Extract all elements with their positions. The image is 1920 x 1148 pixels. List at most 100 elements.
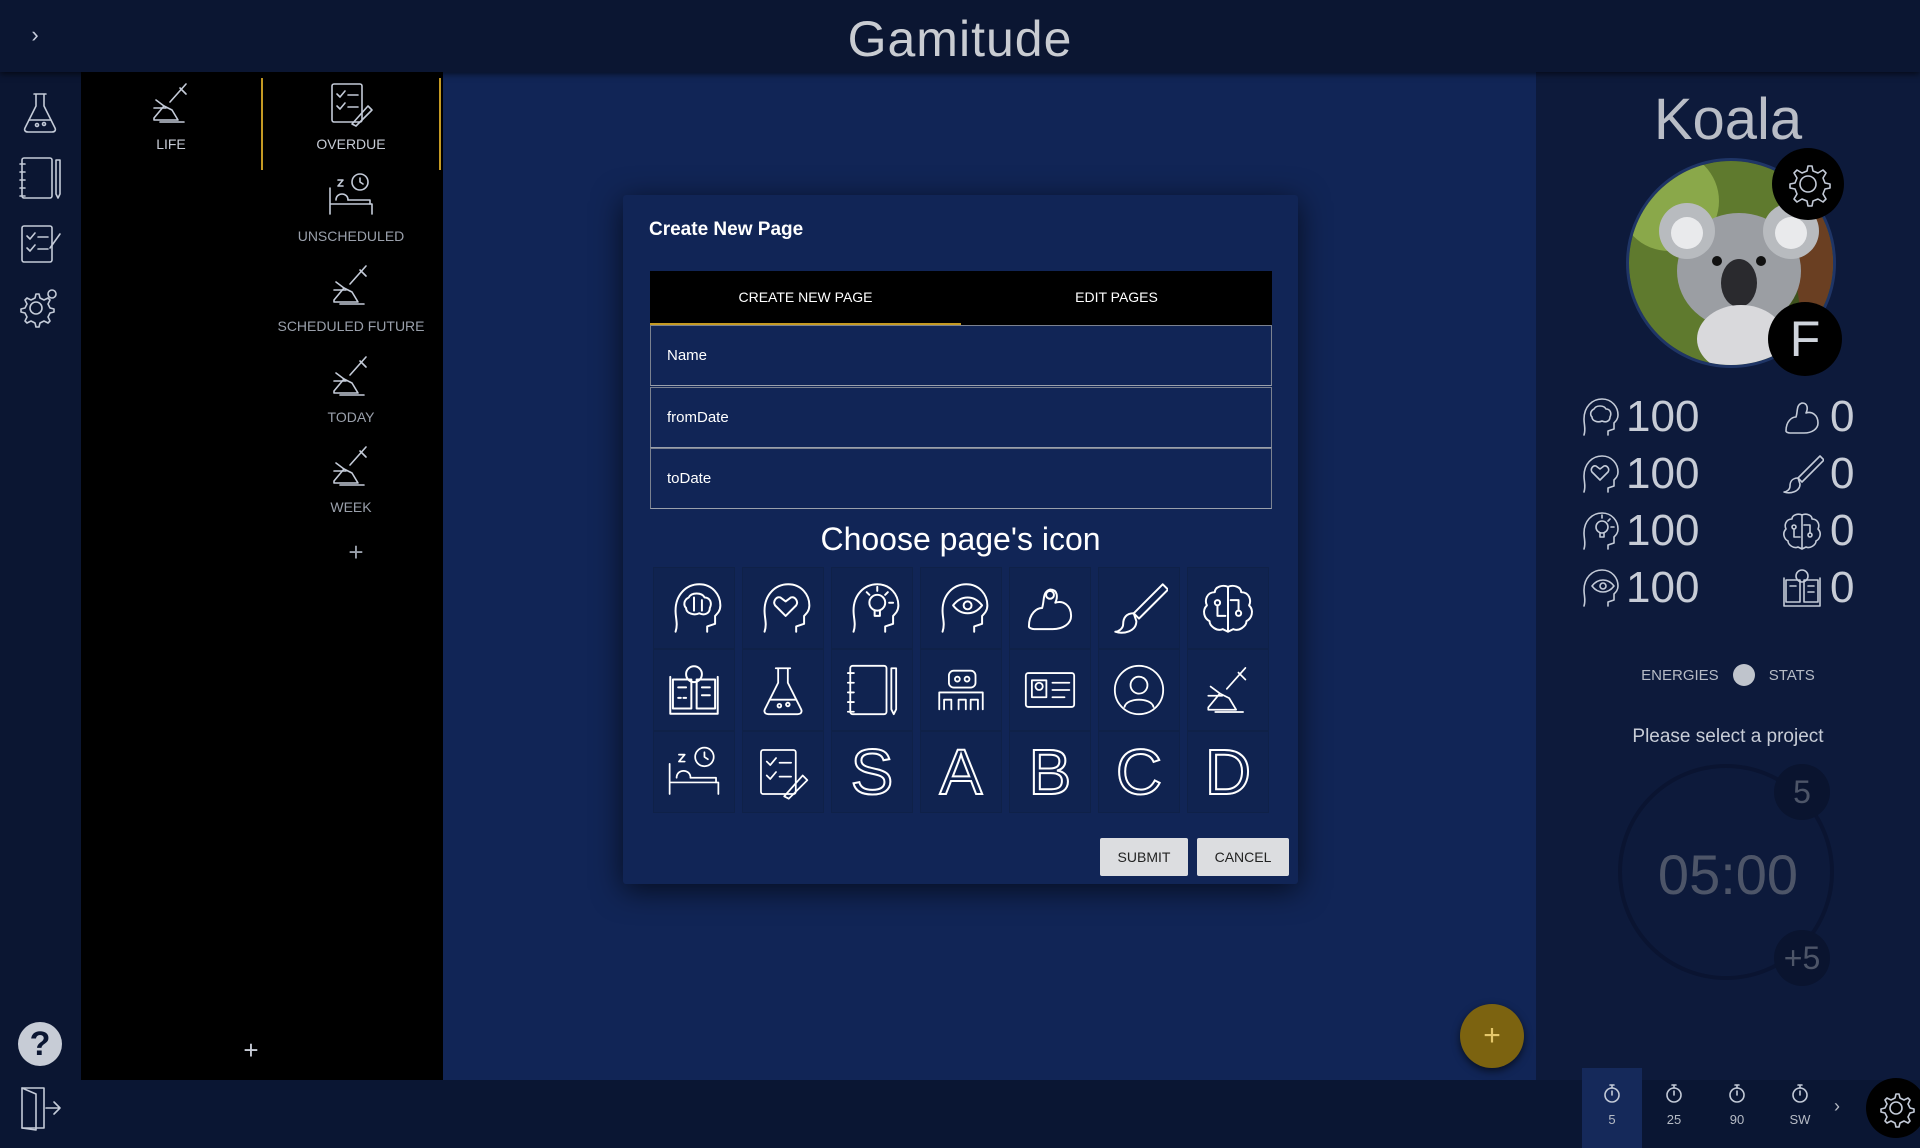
add-page-button[interactable]: + <box>341 537 371 567</box>
icon-option[interactable] <box>653 567 735 649</box>
name-field[interactable]: Name <box>650 325 1272 386</box>
flask-icon <box>763 667 803 716</box>
pages-panel: LIFE OVERDUE UNSCHEDULED SCHEDULED FUTUR… <box>81 72 443 1080</box>
letter-d-icon: D <box>1204 735 1252 809</box>
icon-option[interactable] <box>653 731 735 813</box>
rail-flask-button[interactable] <box>16 88 64 136</box>
icon-option-s[interactable]: S <box>831 731 913 813</box>
to-date-field[interactable]: toDate <box>650 448 1272 509</box>
page-item-label: WEEK <box>330 499 372 515</box>
icon-option[interactable] <box>831 649 913 731</box>
icon-option[interactable] <box>920 567 1002 649</box>
icon-option[interactable] <box>1009 567 1091 649</box>
page-item-life[interactable]: LIFE <box>81 78 261 168</box>
page-item-today[interactable]: TODAY <box>261 351 441 431</box>
rail-checklist-button[interactable] <box>16 218 64 266</box>
stat-value: 0 <box>1830 449 1855 498</box>
page-item-label: SCHEDULED FUTURE <box>277 318 425 334</box>
cancel-button[interactable]: CANCEL <box>1197 838 1289 876</box>
toggle-left-label: ENERGIES <box>1641 666 1719 684</box>
sleep-icon <box>329 173 373 215</box>
notebook-icon <box>846 664 898 716</box>
icon-option[interactable] <box>742 649 824 731</box>
tab-edit-pages[interactable]: EDIT PAGES <box>961 271 1272 325</box>
icon-option[interactable] <box>920 649 1002 731</box>
stat-value: 100 <box>1626 449 1700 498</box>
icon-option[interactable] <box>1098 567 1180 649</box>
icon-option-a[interactable]: A <box>920 731 1002 813</box>
brain-head-icon <box>674 583 722 633</box>
stat-row: 100 <box>1576 563 1699 613</box>
icon-option[interactable] <box>1098 649 1180 731</box>
grade-badge: F <box>1768 302 1842 376</box>
sleep-icon <box>668 746 720 795</box>
preset-90[interactable]: 90 <box>1707 1068 1767 1148</box>
stat-row: 100 <box>1576 506 1699 556</box>
add-fab-button[interactable]: + <box>1460 1004 1524 1068</box>
page-item-scheduled-future[interactable]: SCHEDULED FUTURE <box>261 260 441 340</box>
book-icon <box>669 665 719 715</box>
runner-icon <box>153 83 187 123</box>
icon-option[interactable] <box>742 731 824 813</box>
presets-next-button[interactable]: › <box>1834 1096 1840 1117</box>
preset-label: SW <box>1789 1112 1811 1127</box>
icon-option-c[interactable]: C <box>1098 731 1180 813</box>
page-item-week[interactable]: WEEK <box>261 441 441 521</box>
dialog-title: Create New Page <box>649 219 804 240</box>
muscle-icon <box>1027 588 1073 631</box>
energies-stats-toggle[interactable]: ENERGIES STATS <box>1536 664 1920 686</box>
toggle-knob[interactable] <box>1732 664 1755 686</box>
icon-option[interactable] <box>742 567 824 649</box>
icon-option[interactable] <box>831 567 913 649</box>
page-item-label: LIFE <box>156 136 186 152</box>
stat-value: 0 <box>1830 563 1855 612</box>
timer-settings-button[interactable] <box>1866 1078 1920 1138</box>
page-item-unscheduled[interactable]: UNSCHEDULED <box>261 170 441 250</box>
bulb-head-icon <box>1583 512 1619 550</box>
icon-option[interactable] <box>1187 649 1269 731</box>
tab-create-new-page[interactable]: CREATE NEW PAGE <box>650 271 961 325</box>
stat-row: 100 <box>1576 449 1699 499</box>
add-section-button[interactable]: + <box>231 1030 271 1070</box>
letter-s-icon: S <box>850 735 895 809</box>
top-bar: › Gamitude <box>0 0 1920 72</box>
rail-notebook-button[interactable] <box>16 154 64 202</box>
icon-option[interactable] <box>1009 649 1091 731</box>
preset-sw[interactable]: SW <box>1770 1068 1830 1148</box>
icon-option-d[interactable]: D <box>1187 731 1269 813</box>
timer-rounds-badge: 5 <box>1774 764 1830 820</box>
project-message: Please select a project <box>1632 726 1824 747</box>
preset-label: 5 <box>1608 1112 1616 1127</box>
from-date-field[interactable]: fromDate <box>650 387 1272 448</box>
flask-icon <box>23 93 57 133</box>
submit-button[interactable]: SUBMIT <box>1100 838 1188 876</box>
icon-option-b[interactable]: B <box>1009 731 1091 813</box>
runner-icon <box>1207 667 1247 713</box>
icon-option[interactable] <box>653 649 735 731</box>
icon-grid: S A B C D <box>653 567 1269 813</box>
runner-icon <box>333 356 367 396</box>
stat-value: 100 <box>1626 392 1700 441</box>
preset-25[interactable]: 25 <box>1644 1068 1704 1148</box>
stat-value: 0 <box>1830 506 1855 555</box>
page-item-label: TODAY <box>327 409 375 425</box>
timer-value: 05:00 <box>1657 843 1799 906</box>
checklist-icon <box>331 83 373 127</box>
help-button[interactable]: ? <box>18 1022 62 1066</box>
gear-icon <box>20 289 57 328</box>
user-name: Koala <box>1653 87 1803 152</box>
stat-row: 0 <box>1780 563 1854 613</box>
preset-label: 90 <box>1729 1112 1745 1127</box>
profile-settings-button[interactable] <box>1772 148 1844 220</box>
page-item-overdue[interactable]: OVERDUE <box>261 78 441 170</box>
rail-settings-button[interactable] <box>16 282 64 330</box>
preset-5[interactable]: 5 <box>1582 1068 1642 1148</box>
gear-icon <box>1880 1093 1915 1128</box>
app-title: Gamitude <box>847 11 1073 67</box>
brush-icon <box>1783 455 1824 494</box>
timer-add-five-button[interactable]: +5 <box>1774 930 1830 986</box>
preset-label: 25 <box>1666 1112 1682 1127</box>
left-rail: ? <box>0 72 81 1131</box>
icon-option[interactable] <box>1187 567 1269 649</box>
logout-button[interactable] <box>16 1084 64 1132</box>
